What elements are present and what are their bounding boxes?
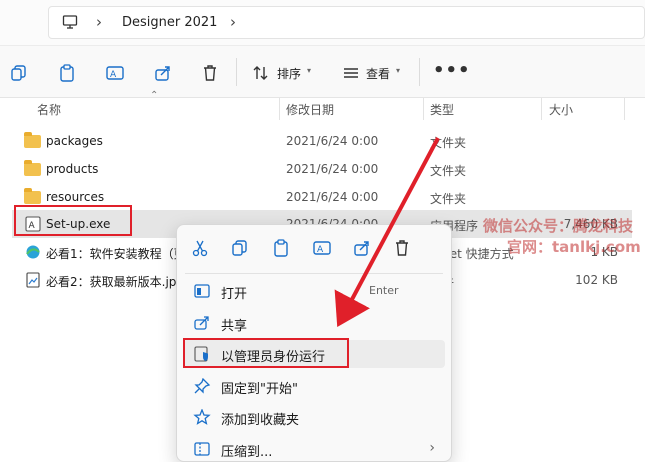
sort-icon <box>253 66 268 80</box>
copy-path-button[interactable] <box>8 62 30 84</box>
command-bar: A 排序 ▾ 查看 ▾ ••• <box>0 46 645 98</box>
chevron-right-icon[interactable]: › <box>226 14 240 30</box>
share-button[interactable] <box>152 62 174 84</box>
toolbar-divider <box>236 58 237 86</box>
watermark-line1: 微信公众号：腾龙科技 <box>483 217 634 235</box>
copy-icon <box>232 240 247 256</box>
rename-icon: A <box>313 241 331 255</box>
trash-icon <box>204 65 216 81</box>
toolbar-divider <box>419 58 420 86</box>
this-pc-icon[interactable] <box>62 14 78 30</box>
folder-icon <box>24 160 42 177</box>
folder-icon <box>24 132 42 149</box>
column-header-type[interactable]: 类型 <box>430 101 454 123</box>
column-divider[interactable] <box>423 98 424 120</box>
sort-button[interactable]: 排序 <box>277 65 301 82</box>
context-menu-divider <box>185 273 443 274</box>
chevron-right-icon: › <box>429 440 435 456</box>
menu-item-pin-to-start[interactable]: 固定到"开始" <box>183 372 445 400</box>
context-menu-icon-bar: A <box>177 225 451 271</box>
list-item[interactable]: packages 2021/6/24 0:00 文件夹 <box>12 127 632 155</box>
copy-button[interactable] <box>229 237 251 259</box>
menu-item-share[interactable]: 共享 <box>183 309 445 337</box>
menu-item-label: 共享 <box>221 319 248 334</box>
menu-item-add-to-favorites[interactable]: 添加到收藏夹 <box>183 403 445 431</box>
column-header-name[interactable]: 名称 <box>37 101 61 123</box>
clipboard-icon <box>274 239 288 257</box>
cut-button[interactable] <box>189 237 211 259</box>
menu-item-label: 打开 <box>221 287 248 302</box>
file-type: 文件夹 <box>430 192 467 206</box>
star-icon <box>193 409 211 425</box>
menu-item-label: 压缩到... <box>221 445 273 460</box>
image-file-icon <box>26 272 40 288</box>
file-date: 2021/6/24 0:00 <box>286 162 379 176</box>
chevron-down-icon: ▾ <box>307 66 312 75</box>
shortcut-hint: Enter <box>369 284 399 297</box>
delete-button[interactable] <box>391 237 413 259</box>
rename-button[interactable]: A <box>104 62 126 84</box>
breadcrumb-designer-2021[interactable]: Designer 2021 <box>122 15 217 30</box>
share-button[interactable] <box>351 237 373 259</box>
paste-button[interactable] <box>56 62 78 84</box>
menu-item-label: 添加到收藏夹 <box>221 413 300 428</box>
svg-text:A: A <box>110 70 117 80</box>
folder-icon <box>24 188 42 205</box>
file-size: 102 KB <box>575 273 618 287</box>
copy-icon <box>11 65 26 81</box>
more-options-button[interactable]: ••• <box>433 60 471 81</box>
svg-text:A: A <box>317 245 324 255</box>
file-name: products <box>46 162 99 176</box>
menu-item-label: 固定到"开始" <box>221 382 298 397</box>
chevron-right-icon[interactable]: › <box>92 14 106 30</box>
highlight-box-setup <box>14 205 132 236</box>
edge-shortcut-icon <box>26 245 40 259</box>
column-header-date[interactable]: 修改日期 <box>286 101 334 123</box>
list-item[interactable]: products 2021/6/24 0:00 文件夹 <box>12 155 632 183</box>
column-divider[interactable] <box>624 98 625 120</box>
address-bar: › Designer 2021 › <box>0 0 645 46</box>
rename-icon: A <box>106 66 124 80</box>
rename-button[interactable]: A <box>311 237 333 259</box>
file-date: 2021/6/24 0:00 <box>286 190 379 204</box>
menu-item-open[interactable]: 打开 Enter <box>183 277 445 305</box>
watermark-line2: 官网：tanlkj.com <box>507 238 641 256</box>
menu-item-compress-to[interactable]: 压缩到... › <box>183 435 445 462</box>
zip-folder-icon <box>194 442 210 456</box>
scissors-icon <box>192 240 208 257</box>
view-icon-wrap[interactable] <box>340 62 362 84</box>
file-name: 必看1：软件安装教程（更 <box>46 247 186 261</box>
file-date: 2021/6/24 0:00 <box>286 134 379 148</box>
clipboard-icon <box>60 64 74 82</box>
column-header-size[interactable]: 大小 <box>549 101 573 123</box>
column-divider[interactable] <box>541 98 542 120</box>
file-type: 文件夹 <box>430 164 467 178</box>
chevron-down-icon: ▾ <box>396 66 401 75</box>
paste-button[interactable] <box>270 237 292 259</box>
share-icon <box>155 66 170 81</box>
delete-button[interactable] <box>199 62 221 84</box>
file-type: 文件夹 <box>430 136 467 150</box>
highlight-box-run-as-admin <box>183 338 349 368</box>
trash-icon <box>396 240 408 256</box>
view-button[interactable]: 查看 <box>366 65 390 82</box>
file-name: resources <box>46 190 105 204</box>
file-name: packages <box>46 134 103 148</box>
pin-icon <box>194 378 211 394</box>
file-name: 必看2：获取最新版本.jpg <box>46 275 185 289</box>
share-icon <box>194 316 209 330</box>
column-divider[interactable] <box>279 98 280 120</box>
open-window-icon <box>194 284 210 298</box>
share-icon <box>354 241 369 256</box>
sort-ascending-icon: ⌃ <box>150 90 159 101</box>
view-icon <box>344 68 358 78</box>
sort-icon-wrap[interactable] <box>250 62 272 84</box>
